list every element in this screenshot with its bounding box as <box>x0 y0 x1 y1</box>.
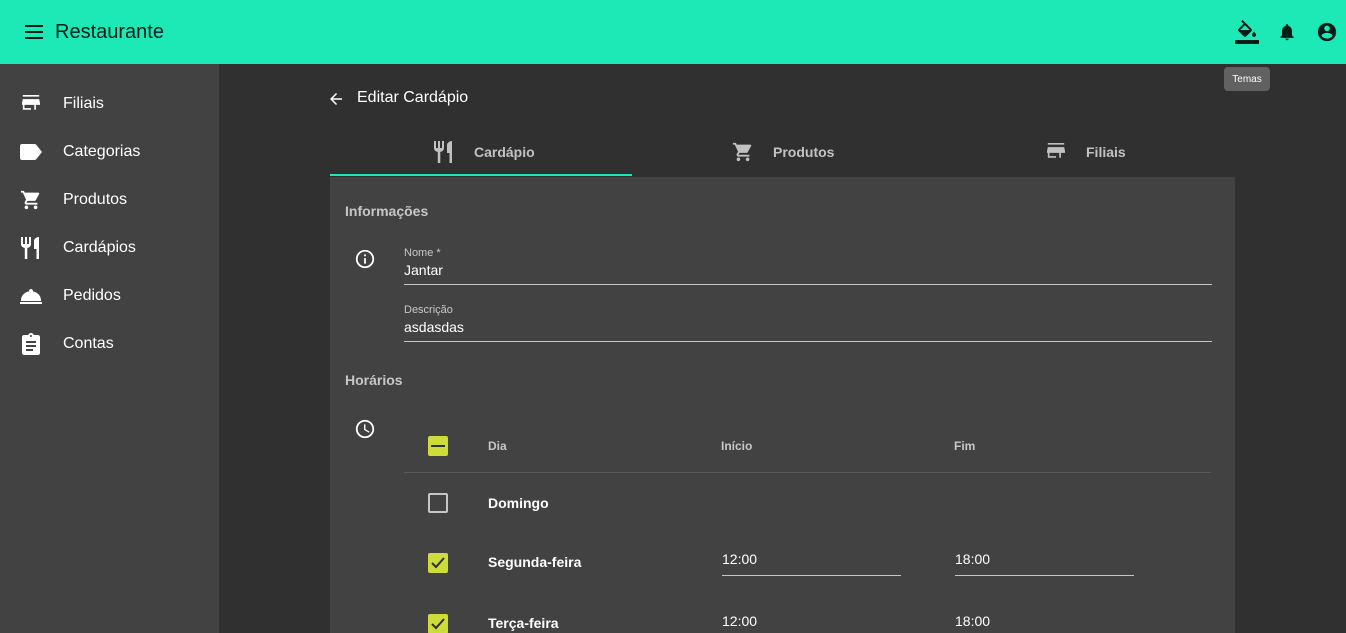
info-icon <box>353 247 377 271</box>
tab-produtos[interactable]: Produtos <box>731 128 834 176</box>
restaurant-icon <box>432 140 456 164</box>
tab-filiais[interactable]: Filiais <box>1044 128 1126 176</box>
label-icon <box>19 140 43 164</box>
sidebar-item-filiais[interactable]: Filiais <box>0 80 219 128</box>
restaurant-icon <box>19 236 43 260</box>
tab-label: Produtos <box>773 144 835 160</box>
section-title-horarios: Horários <box>345 372 403 388</box>
description-field[interactable]: Descrição asdasdas <box>404 304 1212 342</box>
cart-icon <box>19 188 43 212</box>
start-time-input[interactable]: 12:00 <box>722 551 901 569</box>
sidebar-item-produtos[interactable]: Produtos <box>0 176 219 224</box>
end-time-input[interactable]: 18:00 <box>955 613 1134 631</box>
name-label: Nome * <box>404 247 441 259</box>
sidebar-item-label: Contas <box>63 335 114 352</box>
description-label: Descrição <box>404 304 453 316</box>
end-time-underline <box>955 575 1134 576</box>
start-time-field[interactable]: 12:00 <box>722 551 901 576</box>
row-checkbox-segunda[interactable] <box>428 553 448 573</box>
sidebar-item-label: Produtos <box>63 191 128 208</box>
sidebar-item-pedidos[interactable]: Pedidos <box>0 272 219 320</box>
end-time-field[interactable]: 18:00 <box>955 613 1134 631</box>
sidebar-item-categorias[interactable]: Categorias <box>0 128 219 176</box>
clipboard-icon <box>19 332 43 356</box>
column-header-dia[interactable]: Dia <box>488 439 507 453</box>
tooltip: Temas <box>1224 67 1270 91</box>
name-input[interactable]: Jantar <box>404 262 1212 280</box>
column-header-inicio[interactable]: Início <box>721 439 752 453</box>
sidebar-item-label: Pedidos <box>63 287 121 304</box>
end-time-field[interactable]: 18:00 <box>955 551 1134 576</box>
name-field[interactable]: Nome * Jantar <box>404 247 1212 285</box>
description-input[interactable]: asdasdas <box>404 319 1212 337</box>
menu-icon[interactable] <box>22 20 46 44</box>
app-bar: Restaurante <box>0 0 1346 64</box>
room-service-icon <box>19 284 43 308</box>
account-circle-icon[interactable] <box>1315 20 1339 44</box>
description-underline <box>404 341 1212 342</box>
select-all-checkbox[interactable] <box>428 436 448 456</box>
sidebar-item-cardapios[interactable]: Cardápios <box>0 224 219 272</box>
tab-indicator <box>330 174 632 176</box>
format-color-fill-icon[interactable] <box>1235 20 1259 44</box>
edit-form-card: Informações Nome * Jantar Descrição asda… <box>330 177 1235 633</box>
sidebar-item-contas[interactable]: Contas <box>0 320 219 368</box>
app-title: Restaurante <box>55 21 164 43</box>
cart-icon <box>731 140 755 164</box>
tab-label: Cardápio <box>474 144 535 160</box>
row-checkbox-domingo[interactable] <box>428 493 448 513</box>
name-underline <box>404 284 1212 285</box>
start-time-underline <box>722 575 901 576</box>
bell-icon[interactable] <box>1275 20 1299 44</box>
sidebar: Filiais Categorias Produtos Cardápios Pe… <box>0 64 219 633</box>
tab-label: Filiais <box>1086 144 1126 160</box>
store-icon <box>19 92 43 116</box>
sidebar-item-label: Categorias <box>63 143 141 160</box>
tab-cardapio[interactable]: Cardápio <box>432 128 535 176</box>
end-time-input[interactable]: 18:00 <box>955 551 1134 569</box>
store-icon <box>1044 140 1068 164</box>
sidebar-item-label: Cardápios <box>63 239 136 256</box>
table-row-day: Segunda-feira <box>488 554 582 570</box>
column-header-fim[interactable]: Fim <box>954 439 975 453</box>
table-row-day: Domingo <box>488 495 549 511</box>
start-time-field[interactable]: 12:00 <box>722 613 901 631</box>
page-title: Editar Cardápio <box>357 89 469 106</box>
row-checkbox-terca[interactable] <box>428 614 448 633</box>
sidebar-item-label: Filiais <box>63 95 104 112</box>
tab-bar: Cardápio Produtos Filiais <box>330 128 1235 177</box>
table-header: Dia Início Fim <box>404 422 1211 473</box>
clock-icon <box>353 417 377 441</box>
back-arrow-icon[interactable] <box>324 87 348 111</box>
section-title-informacoes: Informações <box>345 203 429 219</box>
start-time-input[interactable]: 12:00 <box>722 613 901 631</box>
table-row-day: Terça-feira <box>488 615 559 631</box>
